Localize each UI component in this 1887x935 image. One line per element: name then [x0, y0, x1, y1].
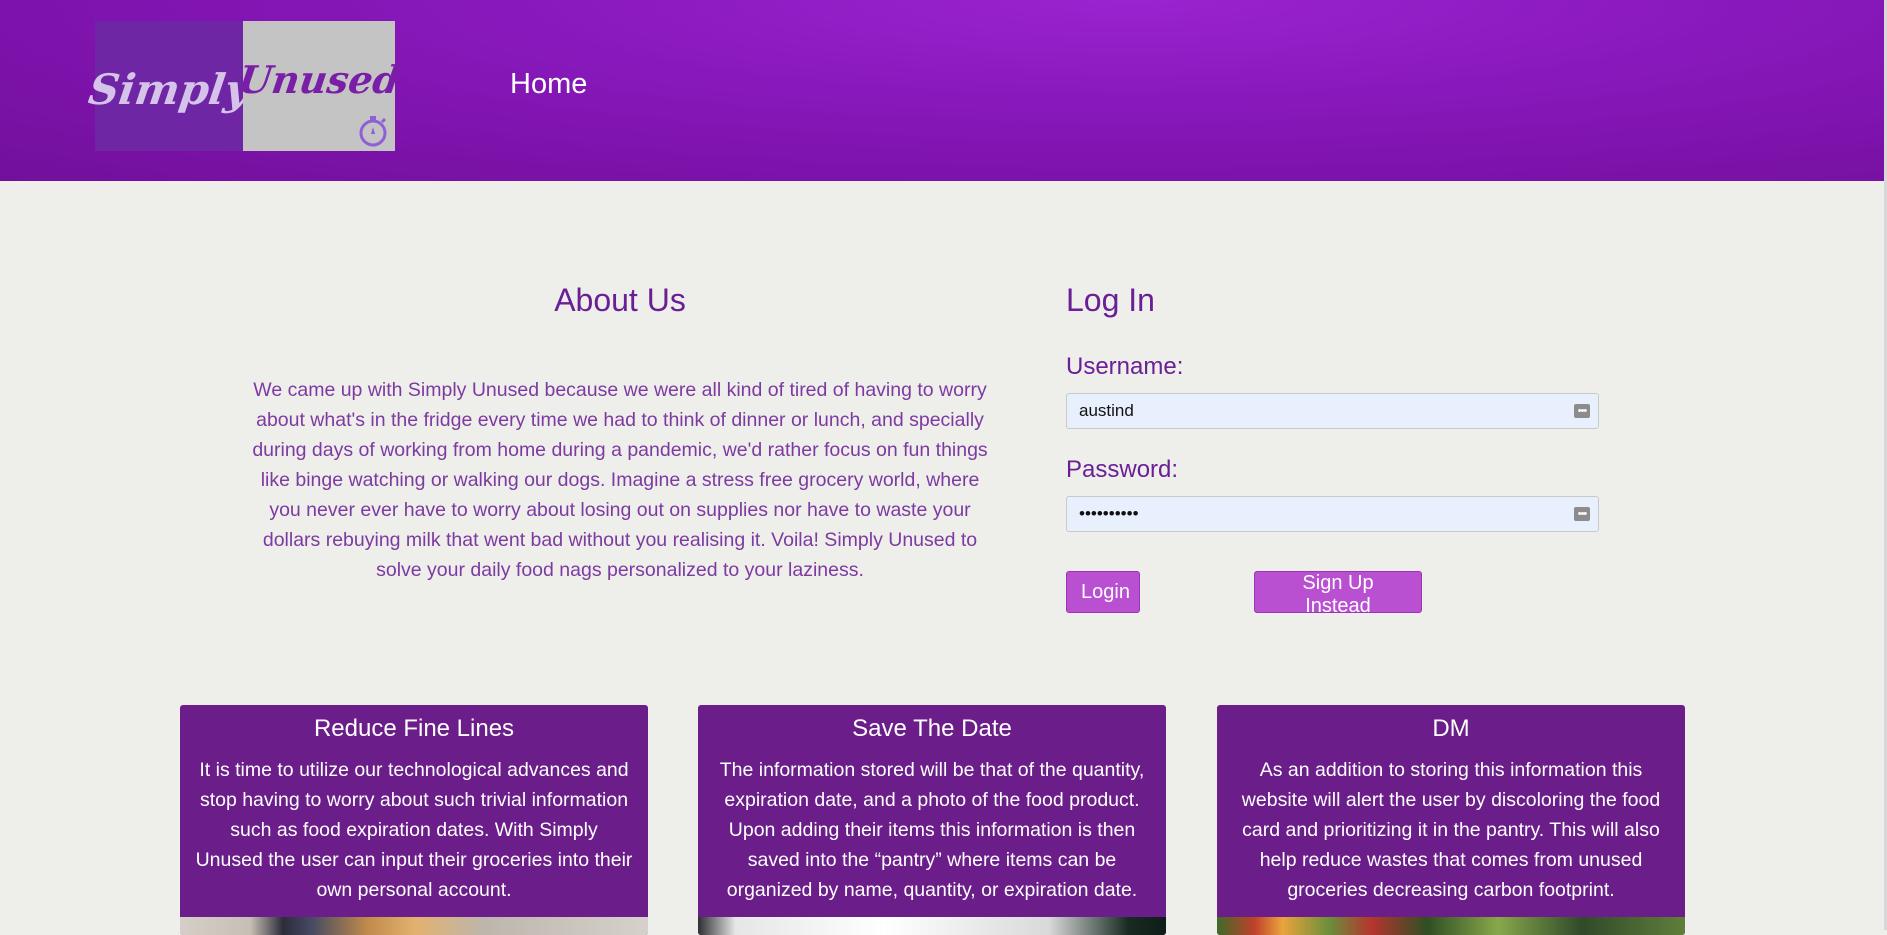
card-title: DM — [1432, 715, 1470, 742]
logo-right-panel: Unused — [236, 21, 402, 151]
card-title: Save The Date — [852, 715, 1012, 742]
logo-word-simply: Simply — [85, 64, 253, 114]
autofill-key-icon[interactable]: ••• — [1574, 507, 1590, 521]
card-text: As an addition to storing this informati… — [1241, 759, 1661, 901]
site-logo[interactable]: Simply Unused — [85, 21, 402, 151]
username-input[interactable] — [1067, 395, 1571, 427]
username-label: Username: — [1066, 353, 1184, 380]
password-input[interactable] — [1067, 498, 1571, 530]
login-form: Log In Username: ••• Password: ••• Login… — [1066, 282, 1601, 617]
card-text: It is time to utilize our technological … — [195, 759, 633, 901]
card-food-image — [1217, 917, 1685, 935]
password-field-wrapper: ••• — [1066, 496, 1599, 532]
username-field-wrapper: ••• — [1066, 393, 1599, 429]
about-section: About Us We came up with Simply Unused b… — [245, 282, 995, 585]
card-food-image — [180, 917, 648, 935]
login-title: Log In — [1066, 282, 1155, 318]
logo-left-panel: Simply — [85, 21, 253, 151]
stopwatch-icon — [359, 116, 387, 147]
feature-card: Reduce Fine Lines It is time to utilize … — [180, 705, 648, 935]
nav-home-link[interactable]: Home — [510, 68, 587, 101]
password-label: Password: — [1066, 456, 1179, 483]
sign-up-button[interactable]: Sign Up Instead — [1254, 571, 1422, 617]
card-text: The information stored will be that of t… — [719, 759, 1145, 901]
feature-card: Save The Date The information stored wil… — [698, 705, 1166, 935]
feature-card: DM As an addition to storing this inform… — [1217, 705, 1685, 935]
about-text: We came up with Simply Unused because we… — [252, 379, 988, 581]
login-button[interactable]: Login — [1066, 571, 1140, 613]
logo-word-unused: Unused — [235, 57, 403, 102]
autofill-key-icon[interactable]: ••• — [1574, 404, 1590, 418]
card-title: Reduce Fine Lines — [313, 715, 515, 742]
about-title: About Us — [554, 282, 686, 318]
card-food-image — [698, 917, 1166, 935]
header-bar: Simply Unused Home — [0, 0, 1884, 181]
